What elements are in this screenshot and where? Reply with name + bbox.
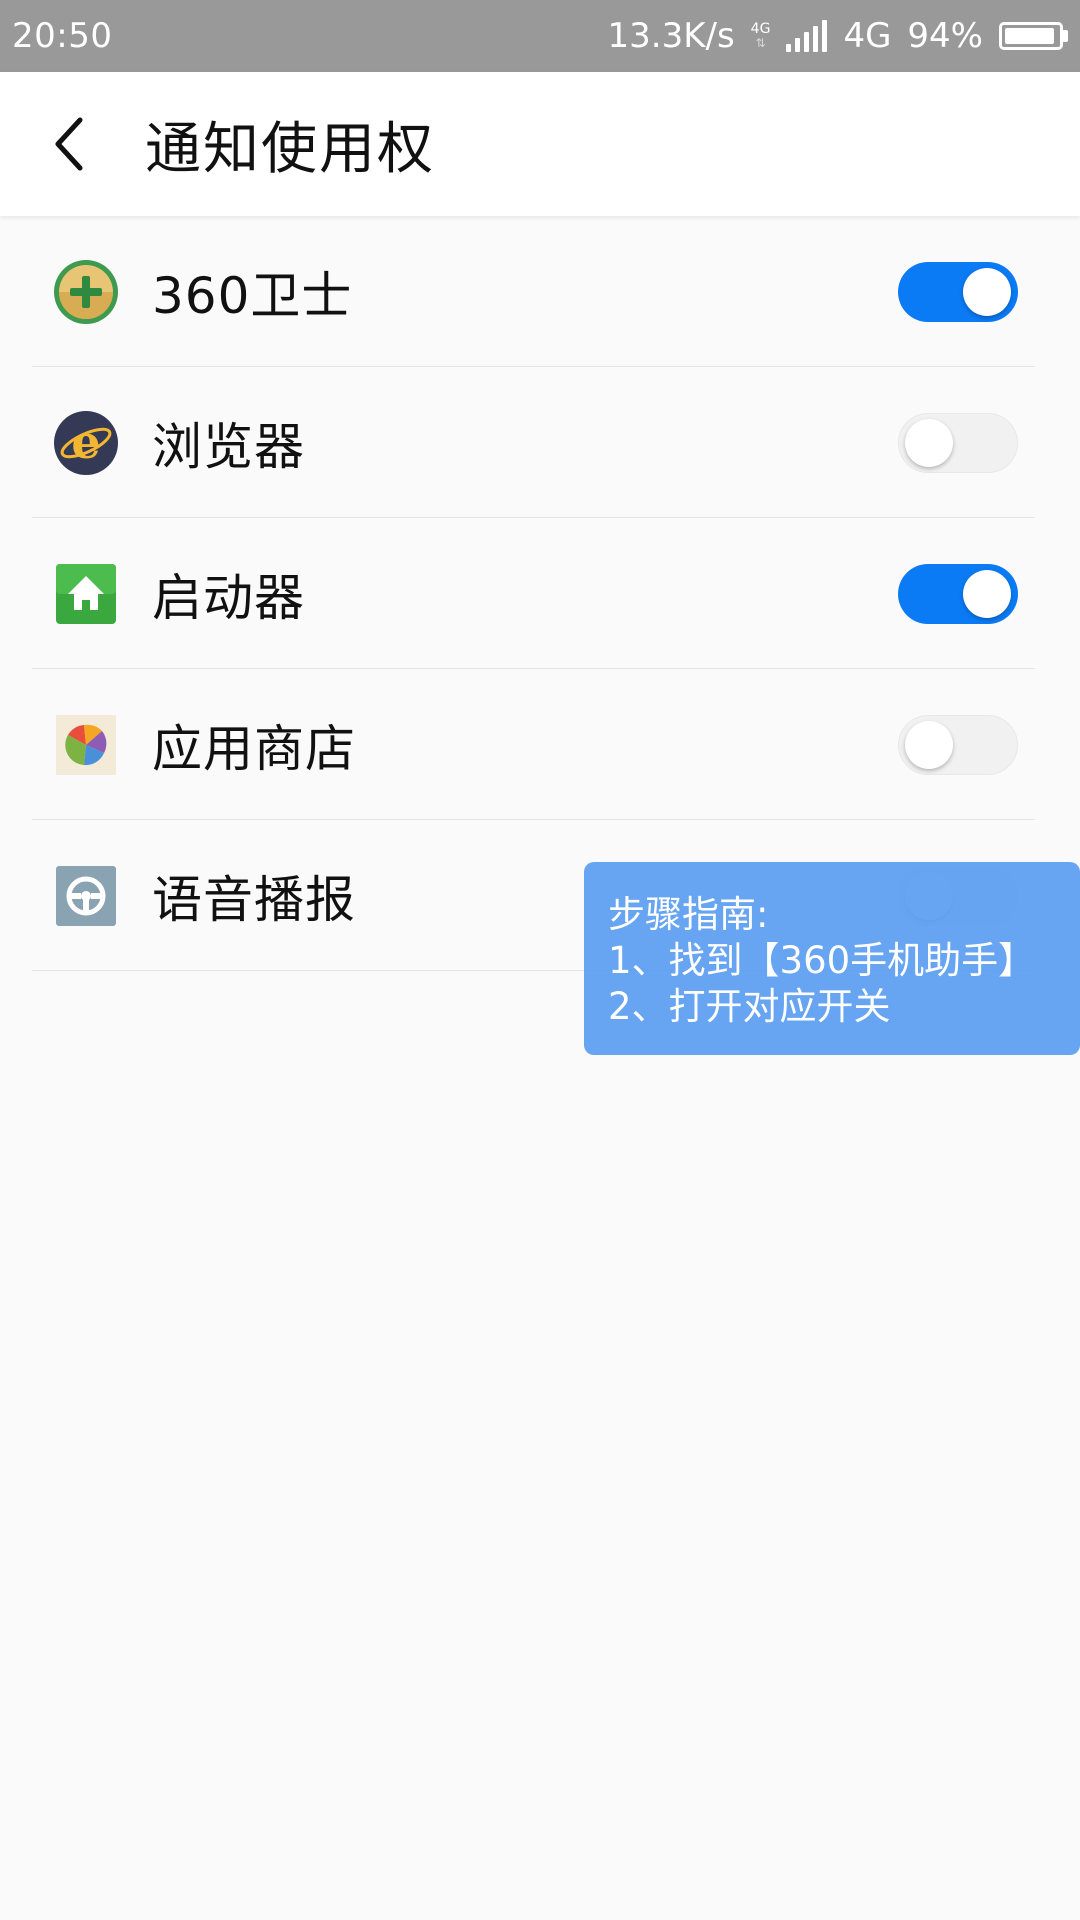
status-right: 13.3K/s 4G ⇅ 4G 94% (607, 16, 1068, 56)
data-arrows-icon: ⇅ (755, 36, 766, 50)
app-store-icon (54, 713, 118, 777)
data-activity-icon: 4G ⇅ (751, 22, 771, 50)
list-item-360-security[interactable]: 360卫士 (0, 216, 1080, 367)
guide-step-1: 1、找到【360手机助手】 (608, 939, 1036, 982)
app-label: 应用商店 (152, 719, 356, 778)
browser-icon: e (54, 410, 118, 475)
voice-broadcast-icon (54, 864, 118, 928)
data-indicator: 4G (750, 21, 771, 37)
notification-toggle[interactable] (898, 261, 1018, 322)
network-type: 4G (843, 16, 892, 56)
list-item-browser[interactable]: e 浏览器 (0, 367, 1080, 518)
step-guide-overlay: 步骤指南: 1、找到【360手机助手】 2、打开对应开关 (584, 862, 1080, 1055)
battery-percent: 94% (907, 16, 983, 56)
chevron-left-icon (55, 117, 83, 171)
toggle-knob (963, 267, 1011, 316)
toggle-knob (905, 418, 953, 467)
net-speed: 13.3K/s (607, 16, 735, 56)
status-time: 20:50 (12, 16, 113, 56)
signal-icon (786, 20, 828, 52)
svg-text:e: e (71, 415, 100, 469)
guide-step-2: 2、打开对应开关 (608, 985, 891, 1028)
app-label: 浏览器 (152, 417, 305, 476)
list-item-app-store[interactable]: 应用商店 (0, 669, 1080, 820)
notification-toggle[interactable] (898, 714, 1018, 775)
page-title: 通知使用权 (145, 116, 435, 182)
back-button[interactable] (10, 72, 130, 216)
toggle-knob (905, 720, 953, 769)
title-bar: 通知使用权 (0, 72, 1080, 216)
notification-toggle[interactable] (898, 412, 1018, 473)
launcher-home-icon (54, 562, 118, 626)
toggle-knob (963, 569, 1011, 618)
list-item-launcher[interactable]: 启动器 (0, 518, 1080, 669)
360-security-icon (54, 259, 118, 324)
app-label: 启动器 (152, 568, 305, 627)
app-label: 360卫士 (152, 266, 353, 325)
app-list: 360卫士 e 浏览器 启动器 应用商店 语音播报 (0, 216, 1080, 971)
status-bar: 20:50 13.3K/s 4G ⇅ 4G 94% (0, 0, 1080, 72)
guide-title: 步骤指南: (608, 893, 769, 936)
notification-toggle[interactable] (898, 563, 1018, 624)
battery-icon (999, 22, 1068, 50)
app-label: 语音播报 (152, 870, 356, 929)
